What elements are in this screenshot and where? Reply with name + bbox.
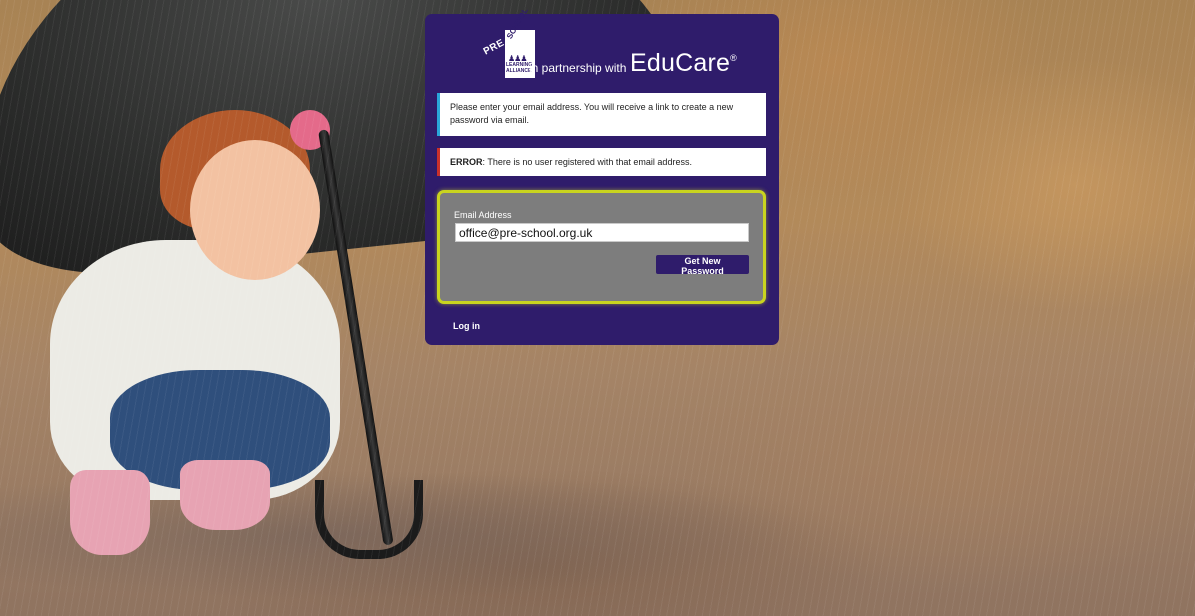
login-card: PRE SCHOOL ♟♟♟ LEARNING ALLIANCE in part… [425,6,779,345]
login-link[interactable]: Log in [453,321,480,331]
umbrella-shaft [318,129,394,546]
get-new-password-button[interactable]: Get New Password [656,255,749,276]
puddle [0,470,820,600]
info-message: Please enter your email address. You wil… [437,93,766,136]
educare-logo: EduCare® [630,49,737,77]
child-figure [40,100,360,560]
email-field[interactable] [455,223,749,242]
brand-header: PRE SCHOOL ♟♟♟ LEARNING ALLIANCE in part… [425,6,779,86]
info-message-text: Please enter your email address. You wil… [450,102,734,125]
logo-pre-text: PRE [481,37,507,58]
lost-password-form: Email Address Get New Password [437,190,766,304]
error-message: ERROR: There is no user registered with … [437,148,766,176]
error-label: ERROR [450,157,483,167]
email-label: Email Address [454,210,512,220]
partnership-text: in partnership with [529,61,627,75]
error-message-text: : There is no user registered with that … [482,157,692,167]
umbrella-handle [315,480,423,559]
